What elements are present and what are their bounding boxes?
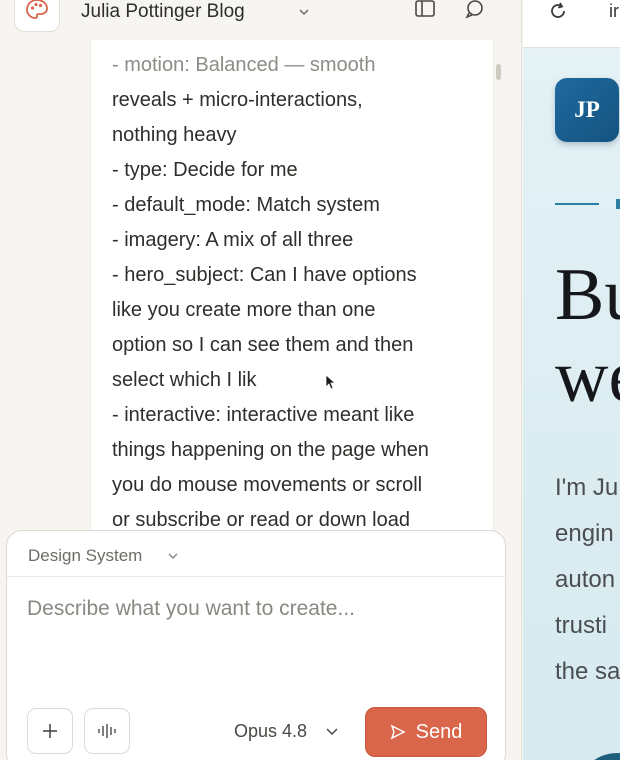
message-line: option so I can see them and then (112, 334, 414, 356)
preview-panel: ir JP Buwe I'm Ju engin auton trusti the sa (523, 0, 620, 760)
decorative-shape (577, 753, 620, 760)
message-line: you do mouse movements or scroll (112, 474, 423, 496)
design-system-selector[interactable]: Design System (7, 531, 507, 577)
chevron-down-icon[interactable] (296, 4, 312, 20)
accent-divider (616, 199, 620, 209)
message-line: - hero_subject: Can I have options (112, 264, 417, 286)
mouse-cursor-icon (325, 374, 337, 390)
chat-header: Julia Pottinger Blog (0, 0, 522, 32)
send-label: Send (415, 720, 463, 743)
intro-paragraph: I'm Ju engin auton trusti the sa (555, 465, 620, 695)
app-window: Julia Pottinger Blog - motion: Balanced … (0, 0, 620, 760)
waveform-icon (98, 724, 116, 738)
site-preview[interactable]: JP Buwe I'm Ju engin auton trusti the sa (523, 49, 620, 760)
hero-heading: Buwe (555, 254, 620, 418)
message-line: - imagery: A mix of all three (112, 229, 354, 251)
send-arrow-icon (390, 724, 406, 740)
message-line: reveals + micro-interactions, (112, 89, 363, 111)
chat-bubble-icon[interactable] (464, 0, 486, 22)
palette-icon[interactable] (14, 0, 60, 32)
plus-icon (43, 724, 57, 738)
logo-badge: JP (555, 78, 619, 142)
prompt-input[interactable] (27, 593, 487, 625)
intro-line: trusti (555, 612, 608, 639)
assistant-message: - motion: Balanced — smooth reveals + mic… (90, 40, 494, 540)
accent-divider (555, 203, 599, 205)
chevron-down-icon[interactable] (167, 550, 179, 562)
message-line: - type: Decide for me (112, 159, 298, 181)
intro-line: auton (555, 566, 616, 593)
message-text: - motion: Balanced — smooth reveals + mic… (112, 48, 484, 538)
message-line: - default_mode: Match system (112, 194, 380, 216)
send-button[interactable]: Send (365, 707, 487, 757)
reload-icon[interactable] (547, 0, 569, 22)
add-attachment-button[interactable] (27, 708, 73, 754)
preview-toolbar: ir (523, 0, 620, 48)
intro-line: engin (555, 520, 614, 547)
message-line: things happening on the page when (112, 439, 429, 461)
voice-input-button[interactable] (84, 708, 130, 754)
composer: Design System Describe what you want to … (6, 530, 507, 760)
message-line: nothing heavy (112, 124, 237, 146)
intro-line: I'm Ju (555, 474, 619, 501)
intro-line: the sa (555, 658, 620, 685)
message-line: select which I lik (112, 369, 257, 391)
sidebar-panel-icon[interactable] (414, 0, 436, 22)
project-title[interactable]: Julia Pottinger Blog (81, 1, 245, 23)
message-line: like you create more than one (112, 299, 376, 321)
chevron-down-icon[interactable] (325, 724, 339, 738)
hero-line: Bu (555, 254, 620, 336)
scrollbar-thumb[interactable] (496, 64, 501, 80)
url-fragment[interactable]: ir (609, 1, 619, 22)
design-system-label[interactable]: Design System (28, 546, 142, 566)
message-line: - interactive: interactive meant like (112, 404, 415, 426)
hero-line: we (555, 336, 620, 418)
chat-panel: Julia Pottinger Blog - motion: Balanced … (0, 0, 522, 760)
message-line: - motion: Balanced — smooth (112, 54, 376, 76)
model-selector[interactable]: Opus 4.8 (234, 721, 307, 742)
